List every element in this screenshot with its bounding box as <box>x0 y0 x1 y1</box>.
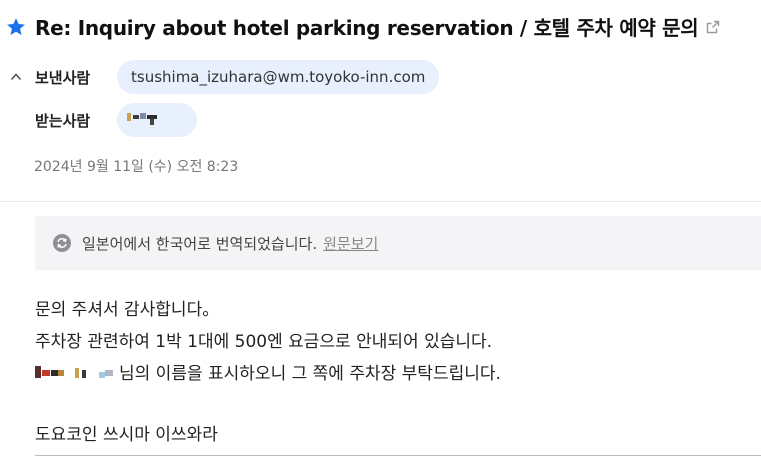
email-date: 2024년 9월 11일 (수) 오전 8:23 <box>34 159 239 175</box>
recipient-chip-redacted[interactable] <box>117 103 197 137</box>
translate-refresh-icon <box>52 233 72 253</box>
redaction-pixel <box>75 367 79 378</box>
body-line-parking-fee: 주차장 관련하여 1박 1대에 500엔 요금으로 안내되어 있습니다. <box>35 332 493 352</box>
body-line-thanks: 문의 주셔서 감사합니다。 <box>35 300 220 320</box>
view-original-link[interactable]: 원문보기 <box>323 233 378 254</box>
redaction-pixel <box>105 369 113 376</box>
redaction-pixel <box>150 119 154 125</box>
body-line-name-suffix: 님의 이름을 표시하오니 그 쪽에 주차장 부탁드립니다. <box>119 364 501 384</box>
redacted-name <box>35 362 119 382</box>
subject-row: Re: Inquiry about hotel parking reservat… <box>6 12 720 41</box>
recipient-row: 받는사람 <box>35 103 197 137</box>
to-label: 받는사람 <box>35 111 91 130</box>
body-line-name-display: 님의 이름을 표시하오니 그 쪽에 주차장 부탁드립니다. <box>35 359 501 384</box>
signature-divider <box>35 455 761 456</box>
redaction-pixel <box>58 369 64 376</box>
email-subject: Re: Inquiry about hotel parking reservat… <box>35 16 699 40</box>
translation-notice-text: 일본어에서 한국어로 번역되었습니다. <box>82 234 318 253</box>
external-link-icon[interactable] <box>706 20 720 34</box>
redaction-pixel <box>51 369 58 376</box>
header-divider <box>0 201 761 202</box>
sender-address-chip[interactable]: tsushima_izuhara@wm.toyoko-inn.com <box>117 60 440 94</box>
redaction-pixel <box>42 369 50 376</box>
redaction-pixel <box>140 113 146 119</box>
redaction-pixel <box>127 113 131 121</box>
chevron-up-icon[interactable] <box>8 69 24 85</box>
redaction-pixel <box>82 369 86 378</box>
from-label: 보낸사람 <box>35 68 91 87</box>
translation-notice-bar: 일본어에서 한국어로 번역되었습니다. 원문보기 <box>35 216 761 270</box>
redaction-pixel <box>133 115 139 119</box>
sender-row: 보낸사람 tsushima_izuhara@wm.toyoko-inn.com <box>8 60 440 94</box>
star-icon[interactable] <box>6 17 26 37</box>
signature: 도요코인 쓰시마 이쓰와라 <box>35 425 218 445</box>
redaction-pixel <box>35 365 41 378</box>
